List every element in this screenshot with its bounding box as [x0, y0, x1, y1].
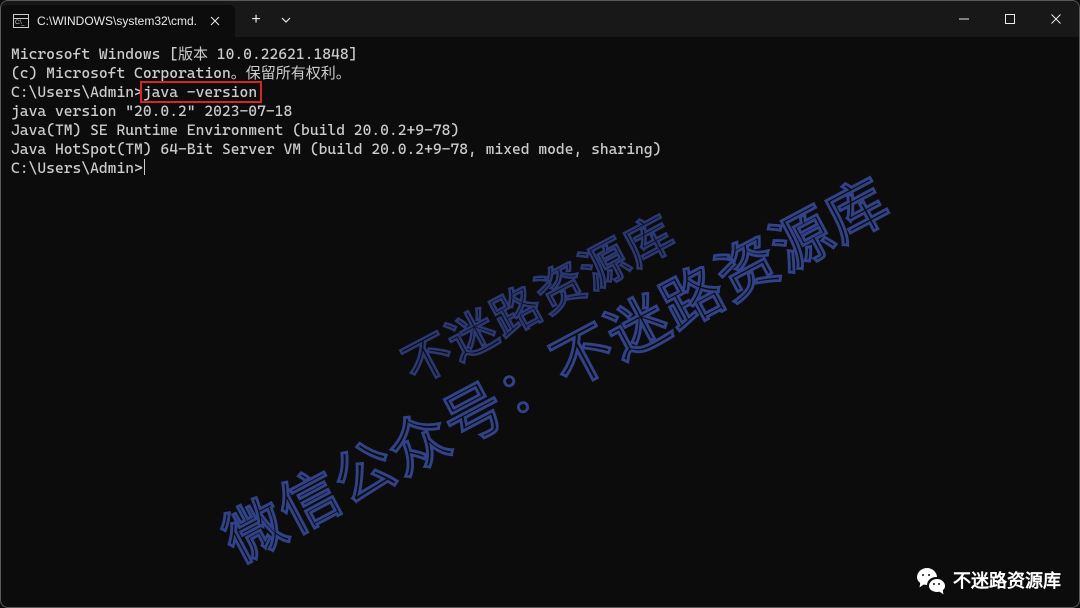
wechat-badge: 不迷路资源库 [917, 567, 1061, 593]
maximize-button[interactable] [987, 1, 1033, 37]
wechat-icon [917, 568, 945, 592]
tab-dropdown-button[interactable] [271, 5, 301, 35]
terminal-window: C:\WINDOWS\system32\cmd. + Microsoft Win [0, 0, 1080, 608]
titlebar: C:\WINDOWS\system32\cmd. + [1, 1, 1079, 37]
cursor-caret [144, 159, 145, 175]
terminal-output: Microsoft Windows [版本 10.0.22621.1848](c… [11, 45, 1069, 178]
highlighted-command: java -version [143, 83, 257, 102]
new-tab-button[interactable]: + [241, 5, 271, 35]
wechat-badge-text: 不迷路资源库 [953, 567, 1061, 593]
tab-cmd[interactable]: C:\WINDOWS\system32\cmd. [1, 5, 235, 37]
tab-close-button[interactable] [205, 11, 225, 31]
titlebar-drag-region[interactable] [301, 1, 941, 37]
window-controls [941, 1, 1079, 37]
tab-strip: C:\WINDOWS\system32\cmd. [1, 1, 235, 37]
tab-title: C:\WINDOWS\system32\cmd. [37, 14, 197, 28]
terminal-body[interactable]: Microsoft Windows [版本 10.0.22621.1848](c… [1, 37, 1079, 607]
close-button[interactable] [1033, 1, 1079, 37]
cmd-icon [13, 14, 29, 28]
minimize-button[interactable] [941, 1, 987, 37]
